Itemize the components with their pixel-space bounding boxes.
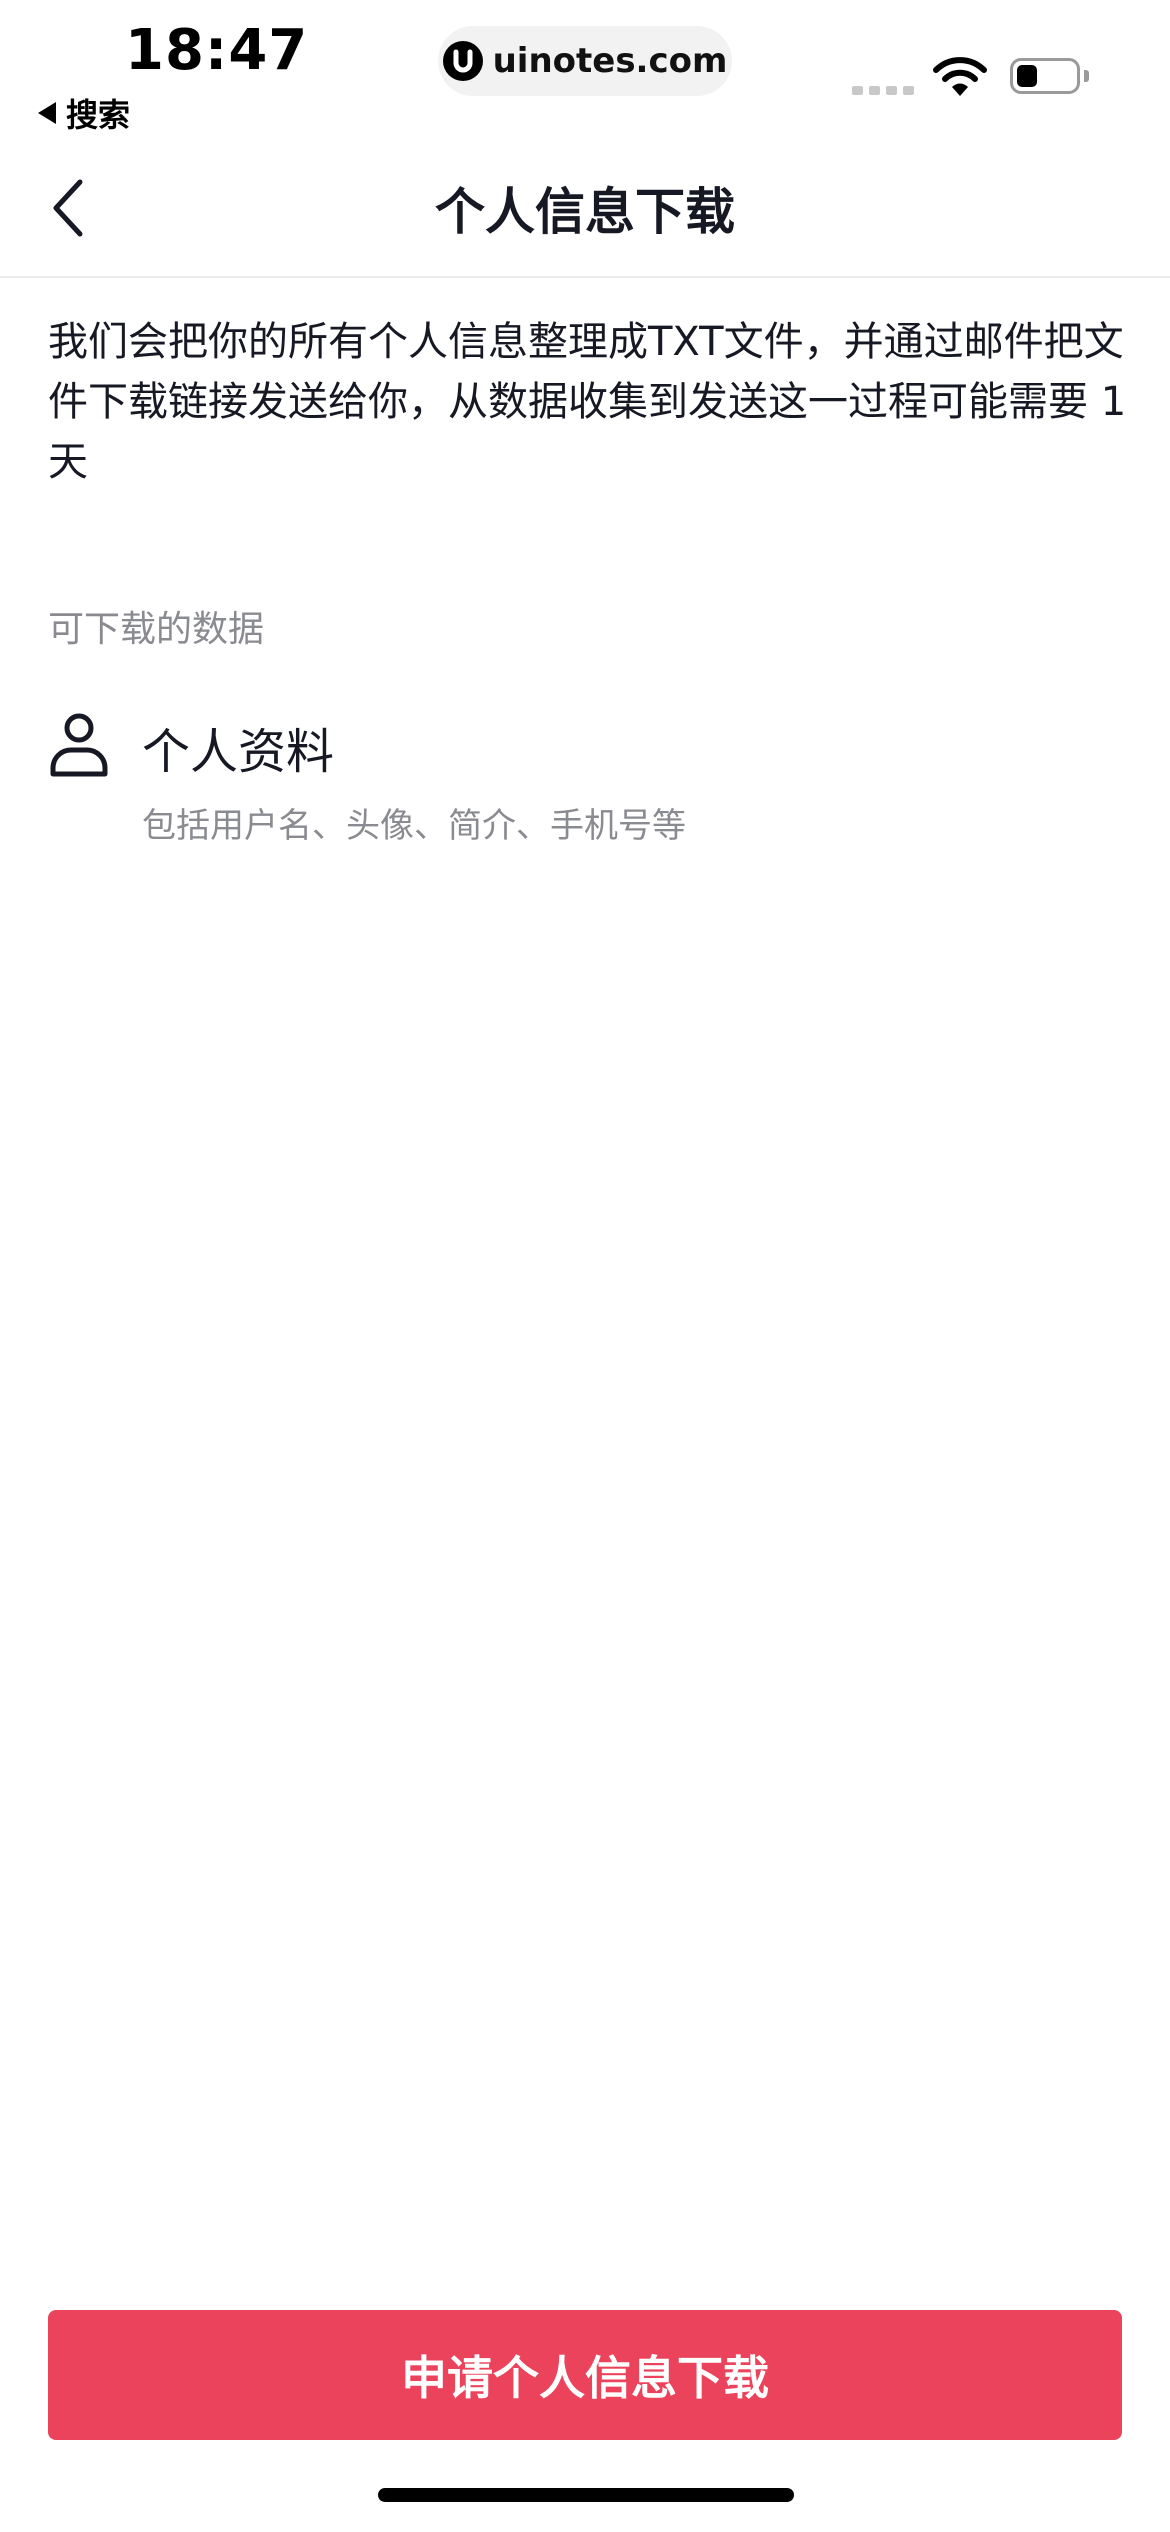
- battery-cap: [1084, 70, 1089, 82]
- back-to-app-label: 搜索: [66, 96, 131, 134]
- page-title: 个人信息下载: [435, 183, 735, 241]
- back-to-app-link[interactable]: 搜索: [38, 90, 130, 136]
- home-indicator[interactable]: [378, 2488, 794, 2502]
- back-triangle-icon: [38, 102, 56, 124]
- person-icon: [50, 713, 108, 777]
- cellular-signal-icon: [852, 86, 914, 95]
- url-text: uinotes.com: [492, 41, 728, 81]
- battery-level: [1017, 65, 1037, 87]
- request-download-button[interactable]: 申请个人信息下载: [48, 2310, 1122, 2440]
- data-item-subtitle: 包括用户名、头像、简介、手机号等: [142, 806, 686, 846]
- data-item-title: 个人资料: [142, 724, 335, 780]
- site-logo-icon: [442, 41, 483, 81]
- section-label: 可下载的数据: [48, 609, 265, 650]
- status-time: 18:47: [125, 18, 309, 83]
- url-pill[interactable]: uinotes.com: [438, 26, 732, 96]
- wifi-icon: [933, 57, 987, 96]
- nav-divider: [0, 276, 1170, 278]
- data-item-profile: 个人资料 包括用户名、头像、简介、手机号等: [48, 712, 1122, 862]
- description-text: 我们会把你的所有个人信息整理成TXT文件，并通过邮件把文件下载链接发送给你，从数…: [48, 319, 1127, 485]
- battery-icon: [1010, 58, 1080, 94]
